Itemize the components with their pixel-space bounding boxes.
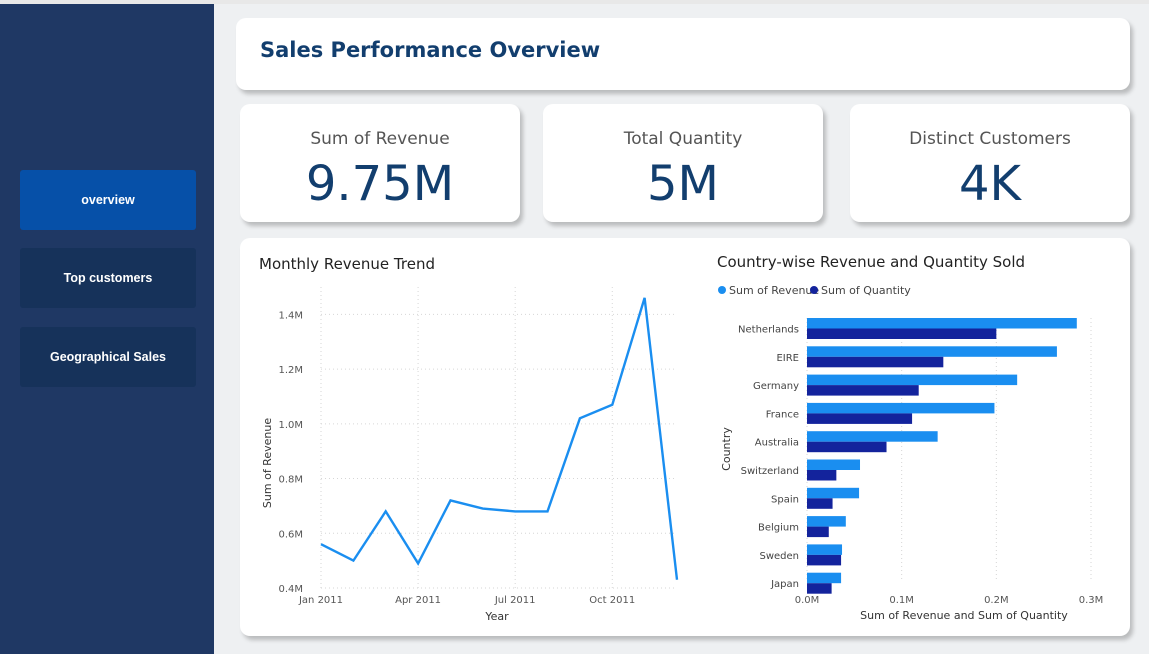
revenue-bar	[807, 374, 1018, 386]
x-tick-label: 0.2M	[984, 595, 1009, 606]
kpi-card-revenue: Sum of Revenue 9.75M	[240, 104, 520, 222]
category-label: Spain	[771, 494, 799, 505]
kpi-value: 9.75M	[305, 156, 455, 212]
revenue-bar	[807, 544, 843, 555]
legend-label: Sum of Revenue	[729, 284, 819, 297]
y-tick-label: 0.4M	[278, 584, 303, 595]
category-label: Belgium	[758, 523, 799, 534]
kpi-label: Distinct Customers	[909, 129, 1071, 149]
x-tick-label: Apr 2011	[395, 595, 441, 606]
revenue-trend-line	[320, 297, 679, 580]
quantity-bar	[807, 583, 832, 594]
quantity-bar	[807, 385, 919, 396]
y-axis-label: Country	[720, 427, 733, 471]
y-axis-label: Sum of Revenue	[261, 418, 274, 508]
kpi-card-customers: Distinct Customers 4K	[850, 104, 1130, 222]
revenue-bar	[807, 487, 860, 499]
line-chart-title: Monthly Revenue Trend	[259, 255, 435, 273]
sidebar: overview Top customers Geographical Sale…	[0, 4, 214, 654]
bar-chart: Sum of Revenue Sum of Quantity Netherland…	[718, 284, 1104, 622]
kpi-label: Sum of Revenue	[310, 129, 450, 149]
legend-marker	[810, 286, 818, 294]
kpi-value: 4K	[958, 156, 1021, 212]
legend-label: Sum of Quantity	[821, 284, 911, 297]
quantity-bar	[807, 441, 887, 453]
revenue-bar	[807, 318, 1077, 329]
quantity-bar	[807, 356, 944, 368]
revenue-bar	[807, 346, 1057, 357]
category-label: Netherlands	[738, 325, 799, 336]
y-tick-label: 0.8M	[278, 475, 303, 486]
x-tick-label: 0.3M	[1079, 595, 1104, 606]
category-label: EIRE	[776, 353, 799, 364]
quantity-bar	[807, 328, 997, 339]
revenue-bar	[807, 516, 846, 527]
revenue-bar	[807, 431, 938, 442]
x-axis-label: Year	[484, 610, 509, 623]
nav-overview-button[interactable]: overview	[20, 170, 196, 230]
category-label: Japan	[770, 579, 799, 590]
category-label: France	[766, 409, 799, 420]
category-label: Switzerland	[741, 466, 799, 477]
quantity-bar	[807, 470, 837, 481]
kpi-card-quantity: Total Quantity 5M	[543, 104, 823, 222]
charts-card: Monthly Revenue Trend Country-wise Reven…	[240, 238, 1130, 636]
kpi-value: 5M	[647, 156, 719, 212]
quantity-bar	[807, 526, 829, 538]
category-label: Sweden	[759, 551, 799, 562]
y-tick-label: 0.6M	[278, 529, 303, 540]
y-tick-label: 1.0M	[278, 420, 303, 431]
nav-top-customers-button[interactable]: Top customers	[20, 248, 196, 308]
category-label: Germany	[753, 381, 799, 392]
revenue-bar	[807, 402, 995, 414]
line-chart: 0.4M 0.6M 0.8M 1.0M 1.2M 1.4M Jan 2011 Apr 201…	[261, 287, 679, 623]
nav-geographical-sales-button[interactable]: Geographical Sales	[20, 327, 196, 387]
category-label: Australia	[755, 438, 799, 449]
revenue-bar	[807, 459, 861, 470]
x-tick-label: 0.1M	[889, 595, 914, 606]
kpi-label: Total Quantity	[623, 129, 743, 149]
quantity-bar	[807, 498, 833, 509]
bar-chart-title: Country-wise Revenue and Quantity Sold	[717, 253, 1026, 271]
legend-marker	[718, 286, 726, 294]
x-tick-label: Jan 2011	[298, 595, 343, 606]
x-tick-label: Oct 2011	[589, 595, 635, 606]
x-axis-label: Sum of Revenue and Sum of Quantity	[860, 609, 1068, 622]
revenue-bar	[807, 572, 842, 584]
quantity-bar	[807, 554, 842, 566]
title-card: Sales Performance Overview	[236, 18, 1130, 90]
quantity-bar	[807, 413, 913, 424]
page-title: Sales Performance Overview	[260, 38, 601, 62]
x-tick-label: Jul 2011	[494, 595, 536, 606]
x-tick-label: 0.0M	[795, 595, 820, 606]
y-tick-label: 1.2M	[278, 365, 303, 376]
y-tick-label: 1.4M	[278, 310, 303, 321]
